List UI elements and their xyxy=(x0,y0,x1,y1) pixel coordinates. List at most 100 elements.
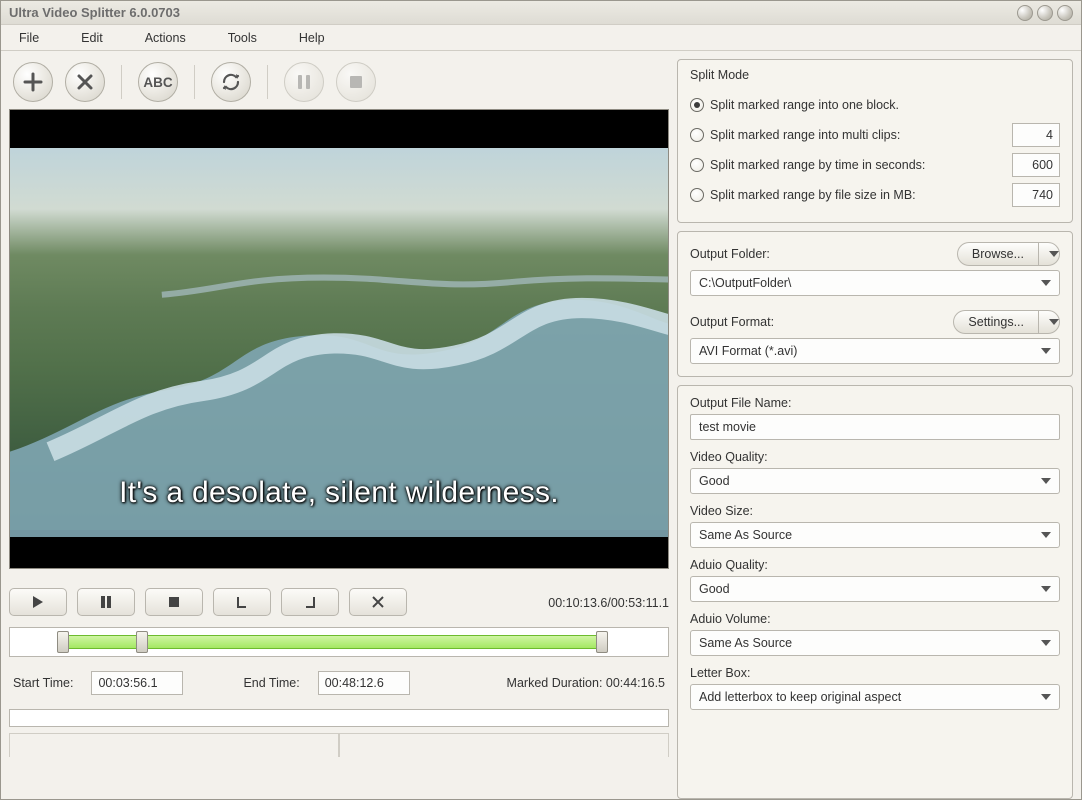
time-readout: 00:10:13.6/00:53:11.1 xyxy=(548,595,669,610)
filename-label: Output File Name: xyxy=(690,396,1060,410)
chevron-down-icon xyxy=(1041,280,1051,286)
stop-conversion-button[interactable] xyxy=(336,62,376,102)
bottom-tabs xyxy=(9,733,669,757)
output-folder-value: C:\OutputFolder\ xyxy=(699,276,791,290)
settings-dropdown-button[interactable] xyxy=(1038,310,1060,334)
mark-start-button[interactable] xyxy=(213,588,271,616)
video-quality-label: Video Quality: xyxy=(690,450,1060,464)
video-size-combo[interactable]: Same As Source xyxy=(690,522,1060,548)
chevron-down-icon xyxy=(1049,319,1059,325)
left-pane: ABC xyxy=(9,59,669,799)
video-frame-image xyxy=(10,148,668,530)
chevron-down-icon xyxy=(1041,694,1051,700)
split-option-time[interactable]: Split marked range by time in seconds: xyxy=(690,150,1060,180)
toolbar-separator xyxy=(194,65,195,99)
split-option-multi[interactable]: Split marked range into multi clips: xyxy=(690,120,1060,150)
audio-quality-combo[interactable]: Good xyxy=(690,576,1060,602)
radio-icon xyxy=(690,98,704,112)
marked-duration: Marked Duration: 00:44:16.5 xyxy=(507,676,665,690)
bracket-left-icon xyxy=(235,595,249,609)
end-time-input[interactable] xyxy=(318,671,410,695)
menu-help[interactable]: Help xyxy=(299,31,325,45)
output-format-combo[interactable]: AVI Format (*.avi) xyxy=(690,338,1060,364)
radio-icon xyxy=(690,128,704,142)
main-content: ABC xyxy=(1,51,1081,799)
toolbar-separator xyxy=(267,65,268,99)
minimize-button[interactable] xyxy=(1017,5,1033,21)
output-group: Output Folder: Browse... C:\OutputFolder… xyxy=(677,231,1073,377)
start-time-label: Start Time: xyxy=(13,676,73,690)
x-icon xyxy=(371,595,385,609)
output-format-value: AVI Format (*.avi) xyxy=(699,344,797,358)
settings-group: Output File Name: Video Quality: Good Vi… xyxy=(677,385,1073,799)
stop-button[interactable] xyxy=(145,588,203,616)
remove-file-button[interactable] xyxy=(65,62,105,102)
marked-duration-value: 00:44:16.5 xyxy=(606,676,665,690)
letter-box-combo[interactable]: Add letterbox to keep original aspect xyxy=(690,684,1060,710)
window-title: Ultra Video Splitter 6.0.0703 xyxy=(9,5,180,20)
time-seconds-input[interactable] xyxy=(1012,153,1060,177)
close-button[interactable] xyxy=(1057,5,1073,21)
browse-dropdown-button[interactable] xyxy=(1038,242,1060,266)
menu-edit[interactable]: Edit xyxy=(81,31,103,45)
bracket-right-icon xyxy=(303,595,317,609)
start-time-input[interactable] xyxy=(91,671,183,695)
filename-input[interactable] xyxy=(690,414,1060,440)
maximize-button[interactable] xyxy=(1037,5,1053,21)
add-file-button[interactable] xyxy=(13,62,53,102)
time-inputs-row: Start Time: End Time: Marked Duration: 0… xyxy=(9,671,669,695)
multi-clips-input[interactable] xyxy=(1012,123,1060,147)
split-mode-group: Split Mode Split marked range into one b… xyxy=(677,59,1073,223)
stop-icon xyxy=(168,596,180,608)
video-size-label: Video Size: xyxy=(690,504,1060,518)
menu-actions[interactable]: Actions xyxy=(145,31,186,45)
file-size-input[interactable] xyxy=(1012,183,1060,207)
settings-button[interactable]: Settings... xyxy=(953,310,1038,334)
audio-volume-combo[interactable]: Same As Source xyxy=(690,630,1060,656)
timeline-end-thumb[interactable] xyxy=(596,631,608,653)
radio-icon xyxy=(690,188,704,202)
pause-conversion-button[interactable] xyxy=(284,62,324,102)
right-pane: Split Mode Split marked range into one b… xyxy=(677,59,1073,799)
menu-tools[interactable]: Tools xyxy=(228,31,257,45)
split-option-block[interactable]: Split marked range into one block. xyxy=(690,90,1060,120)
chevron-down-icon xyxy=(1041,348,1051,354)
rename-button[interactable]: ABC xyxy=(138,62,178,102)
split-option-size[interactable]: Split marked range by file size in MB: xyxy=(690,180,1060,210)
window-controls xyxy=(1017,5,1073,21)
timeline-playhead-thumb[interactable] xyxy=(136,631,148,653)
play-button[interactable] xyxy=(9,588,67,616)
chevron-down-icon xyxy=(1041,640,1051,646)
pause-button[interactable] xyxy=(77,588,135,616)
video-preview[interactable]: It's a desolate, silent wilderness. xyxy=(9,109,669,569)
menu-file[interactable]: File xyxy=(19,31,39,45)
end-time-label: End Time: xyxy=(243,676,299,690)
stop-icon xyxy=(349,75,363,89)
timeline-range[interactable] xyxy=(9,627,669,657)
plus-icon xyxy=(23,72,43,92)
subtitle-text: It's a desolate, silent wilderness. xyxy=(10,476,668,510)
mark-end-button[interactable] xyxy=(281,588,339,616)
main-toolbar: ABC xyxy=(9,59,669,109)
x-icon xyxy=(76,73,94,91)
tab-placeholder[interactable] xyxy=(339,733,669,757)
tab-placeholder[interactable] xyxy=(9,733,339,757)
toolbar-separator xyxy=(121,65,122,99)
video-quality-combo[interactable]: Good xyxy=(690,468,1060,494)
clear-marks-button[interactable] xyxy=(349,588,407,616)
output-folder-label: Output Folder: xyxy=(690,247,770,261)
browse-button[interactable]: Browse... xyxy=(957,242,1038,266)
convert-button[interactable] xyxy=(211,62,251,102)
current-time: 00:10:13.6 xyxy=(548,596,607,610)
radio-icon xyxy=(690,158,704,172)
split-mode-title: Split Mode xyxy=(690,68,1060,82)
progress-bar xyxy=(9,709,669,727)
timeline-start-thumb[interactable] xyxy=(57,631,69,653)
audio-quality-label: Aduio Quality: xyxy=(690,558,1060,572)
title-bar: Ultra Video Splitter 6.0.0703 xyxy=(1,1,1081,25)
chevron-down-icon xyxy=(1041,532,1051,538)
playback-controls: 00:10:13.6/00:53:11.1 xyxy=(9,581,669,623)
chevron-down-icon xyxy=(1041,586,1051,592)
output-folder-combo[interactable]: C:\OutputFolder\ xyxy=(690,270,1060,296)
abc-icon: ABC xyxy=(143,75,172,90)
